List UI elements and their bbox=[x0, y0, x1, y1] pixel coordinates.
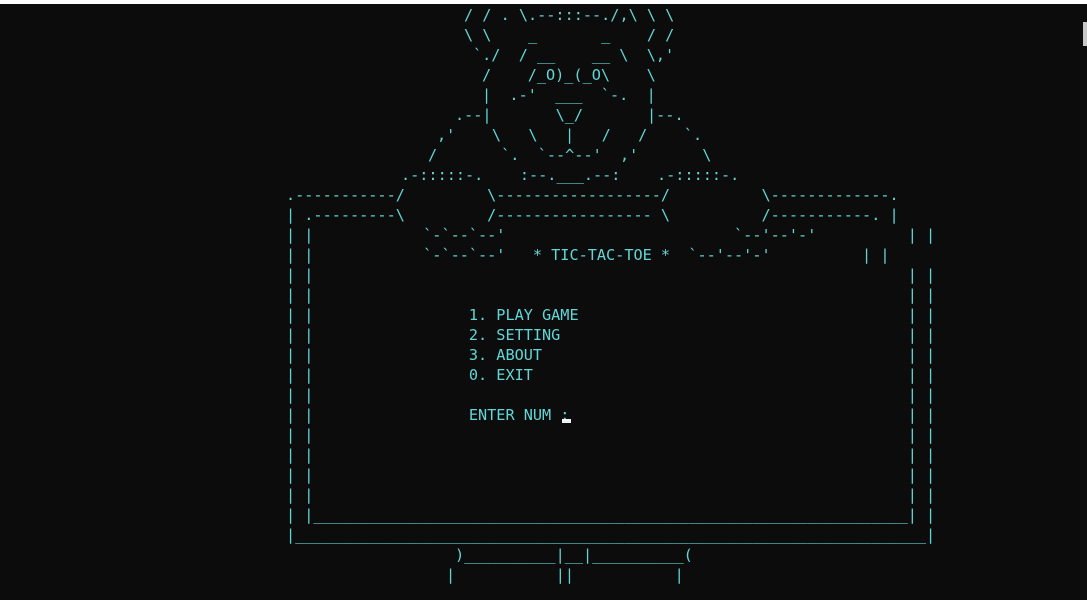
menu-item-about: | | 3. ABOUT | | bbox=[286, 346, 936, 364]
scrollbar-thumb[interactable] bbox=[1083, 22, 1087, 46]
window-top-edge bbox=[0, 0, 1087, 4]
menu-item-play-game: | | 1. PLAY GAME | | bbox=[286, 306, 936, 324]
sign-blank-row: | | | | bbox=[286, 466, 936, 484]
bear-cheeks: ,' \ \ | / / `. bbox=[437, 126, 703, 144]
bear-paws-top: .-:::::-. :--.___.--: .-:::::-. bbox=[401, 166, 740, 184]
sign-blank-row: | | | | bbox=[286, 426, 936, 444]
bear-nose: .--| \_/ |--. bbox=[455, 106, 684, 124]
bear-head-top: \ \ _ _ / / bbox=[464, 26, 675, 44]
bear-legs: )__________|__|__________( bbox=[455, 546, 693, 564]
game-title: | | `-`--`--' * TIC-TAC-TOE * `--'--'-' … bbox=[286, 246, 890, 264]
text-cursor bbox=[562, 419, 571, 423]
sign-blank-row: | | | | bbox=[286, 266, 936, 284]
bear-feet: | || | bbox=[446, 566, 684, 584]
sign-border-bottom: |_______________________________________… bbox=[286, 526, 936, 544]
bear-eyes: / /_O)_(_O\ \ bbox=[482, 66, 656, 84]
enter-num-prompt[interactable]: | | ENTER NUM : | | bbox=[286, 405, 935, 425]
sign-paws-row: | | `-`--`--' `--'--'-' | | bbox=[286, 226, 936, 244]
menu-item-setting: | | 2. SETTING | | bbox=[286, 326, 936, 344]
sign-border-inner-top: | .---------\ /----------------- \ /----… bbox=[286, 206, 899, 224]
sign-border-inner-bottom: | |_____________________________________… bbox=[286, 506, 936, 524]
sign-blank-row: | | | | bbox=[286, 486, 936, 504]
scrollbar-track[interactable] bbox=[1083, 4, 1087, 600]
sign-blank-row: | | | | bbox=[286, 386, 936, 404]
menu-item-exit: | | 0. EXIT | | bbox=[286, 366, 936, 384]
bear-brows: `./ / __ __ \ \,' bbox=[473, 46, 675, 64]
sign-border-top: .-----------/ \------------------/ \----… bbox=[286, 186, 899, 204]
bear-mouth: / `. `--^--' ,' \ bbox=[428, 146, 712, 164]
bear-ears: / / . \.--:::--./,\ \ \ bbox=[464, 6, 675, 24]
sign-blank-row: | | | | bbox=[286, 286, 936, 304]
sign-blank-row: | | | | bbox=[286, 446, 936, 464]
bear-muzzle: | .-' ___ `-. | bbox=[482, 86, 656, 104]
